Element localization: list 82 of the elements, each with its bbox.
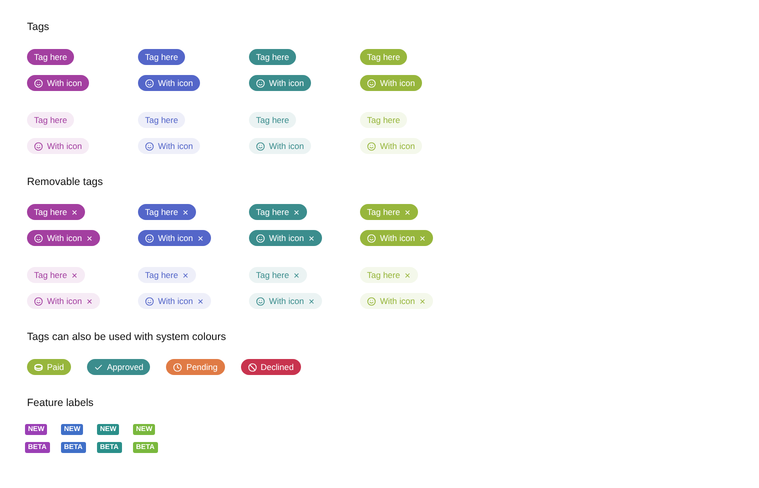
- tag-label: With icon: [158, 296, 193, 306]
- tag-label: Tag here: [145, 207, 178, 217]
- tag-label: Tag here: [256, 270, 290, 280]
- smiley-icon: [256, 234, 265, 242]
- tag-label: Tag here: [34, 270, 68, 280]
- tag-label: With icon: [158, 78, 193, 88]
- tag-label: With icon: [158, 233, 193, 243]
- tag-label: Tag here: [367, 52, 400, 62]
- close-icon: [418, 234, 426, 242]
- smiley-icon: [256, 296, 265, 306]
- smiley-icon: [256, 142, 265, 150]
- smiley-icon: [34, 296, 43, 306]
- close-icon: [71, 272, 78, 278]
- remove-button[interactable]: [293, 272, 300, 278]
- tag-label: With icon: [269, 296, 304, 306]
- tag-label: Approved: [107, 362, 144, 372]
- smiley-icon: [34, 78, 43, 88]
- tag-label: With icon: [158, 141, 193, 151]
- tag-label: Pending: [186, 362, 218, 372]
- close-icon: [182, 208, 190, 216]
- smiley-icon: [34, 142, 43, 150]
- tag-label: With icon: [380, 296, 415, 306]
- close-icon: [308, 234, 315, 242]
- close-icon: [293, 272, 300, 278]
- tag-label: Tag here: [367, 270, 400, 280]
- smiley-icon: [256, 78, 265, 88]
- close-icon: [308, 298, 315, 304]
- tag-label: With icon: [380, 233, 415, 243]
- close-icon: [86, 234, 93, 242]
- close-icon: [71, 208, 78, 216]
- smiley-icon: [34, 234, 43, 242]
- section-title: Removable tags: [27, 175, 104, 189]
- remove-button[interactable]: [182, 272, 190, 278]
- ban-icon: [248, 362, 257, 372]
- tag-label: Tag here: [256, 115, 290, 125]
- close-icon: [182, 272, 190, 278]
- tag-label: Tag here: [34, 115, 68, 125]
- tag-label: With icon: [269, 141, 304, 151]
- smiley-icon: [367, 142, 376, 150]
- tag-label: With icon: [269, 233, 304, 243]
- tag-label: With icon: [47, 141, 82, 151]
- close-icon: [404, 208, 412, 216]
- close-icon: [404, 272, 412, 278]
- remove-button[interactable]: [196, 298, 204, 304]
- section-title: Feature labels: [27, 396, 95, 410]
- smiley-icon: [145, 142, 154, 150]
- remove-button[interactable]: [308, 298, 315, 304]
- tag-label: Tag here: [145, 115, 178, 125]
- smiley-icon: [145, 78, 154, 88]
- section-title: Tags: [27, 20, 50, 34]
- tag-label: Declined: [260, 362, 294, 372]
- tag-label: With icon: [47, 233, 82, 243]
- coin-icon: [34, 362, 43, 372]
- close-icon: [418, 298, 426, 304]
- tag-label: With icon: [380, 78, 415, 88]
- tag-label: Tag here: [256, 52, 290, 62]
- smiley-icon: [145, 234, 154, 242]
- tag-label: With icon: [47, 78, 82, 88]
- close-icon: [196, 234, 204, 242]
- tag-label: With icon: [269, 78, 304, 88]
- close-icon: [86, 298, 93, 304]
- smiley-icon: [367, 78, 376, 88]
- tag-label: With icon: [380, 141, 415, 151]
- tag-label: Tag here: [367, 115, 400, 125]
- smiley-icon: [145, 296, 154, 306]
- close-icon: [293, 208, 300, 216]
- clock-icon: [173, 362, 182, 372]
- check-icon: [94, 362, 104, 372]
- smiley-icon: [367, 296, 376, 306]
- tag-label: Tag here: [145, 52, 178, 62]
- tag-label: With icon: [47, 296, 82, 306]
- tag-label: Paid: [47, 362, 64, 372]
- section-title: Tags can also be used with system colours: [27, 330, 228, 344]
- remove-button[interactable]: [71, 272, 78, 278]
- tag-label: Tag here: [34, 52, 68, 62]
- close-icon: [196, 298, 204, 304]
- remove-button[interactable]: [86, 298, 93, 304]
- tag-label: Tag here: [367, 207, 400, 217]
- smiley-icon: [367, 234, 376, 242]
- tag-label: Tag here: [34, 207, 68, 217]
- tag-label: Tag here: [256, 207, 290, 217]
- tag-label: Tag here: [145, 270, 178, 280]
